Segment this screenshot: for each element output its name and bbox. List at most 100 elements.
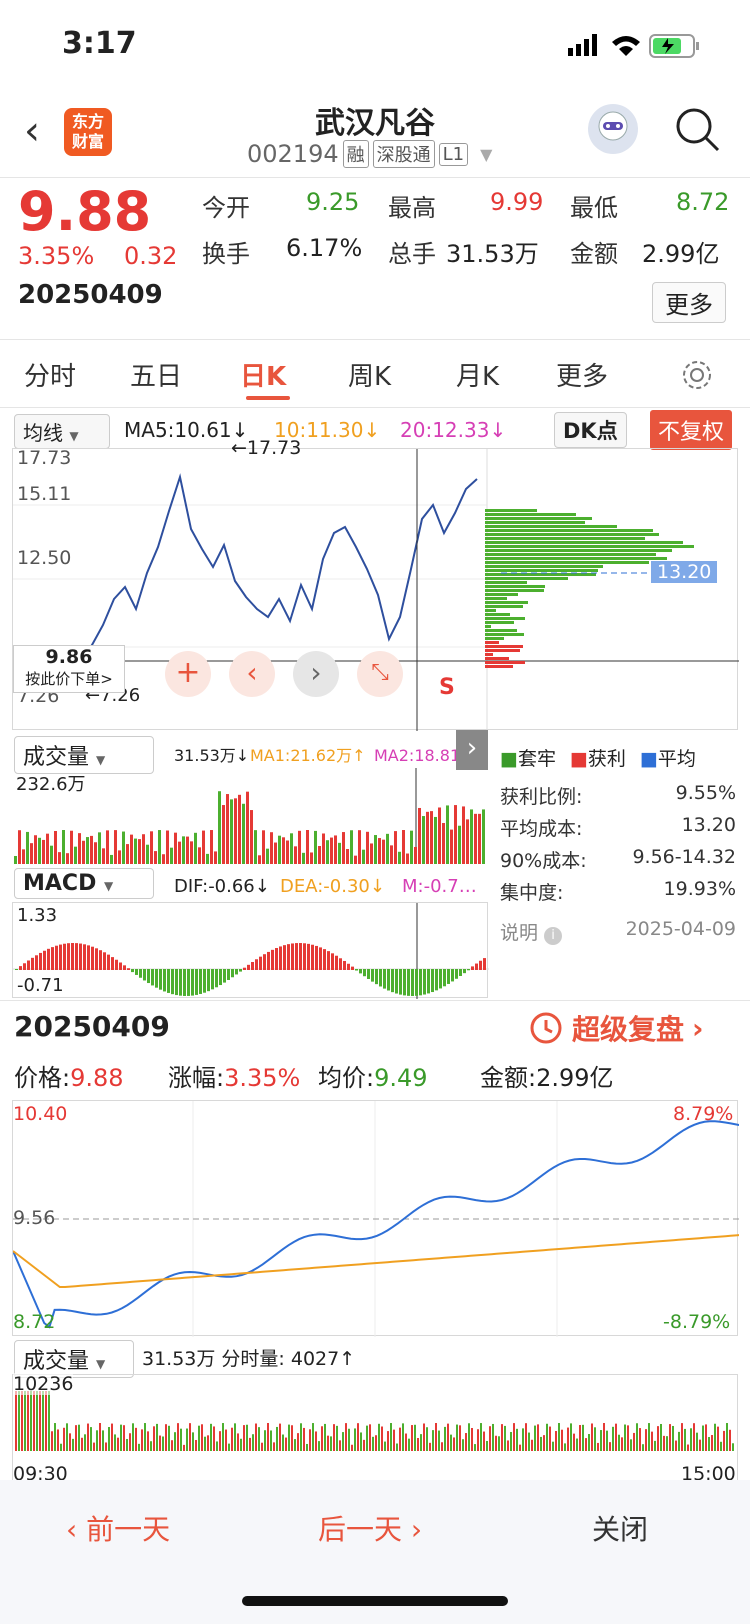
chip-bar [485, 589, 544, 592]
note-label[interactable]: 说明 i [500, 918, 563, 945]
tag-margin: 融 [342, 140, 369, 168]
expand-icon[interactable]: ⤡ [357, 651, 403, 697]
volume-bar [310, 852, 313, 864]
profit-ratio-value: 9.55% [675, 782, 736, 804]
intraday-volume-bar [462, 1439, 464, 1451]
macd-bar [63, 943, 66, 970]
intraday-volume-bar [567, 1427, 569, 1451]
volume-bar [446, 805, 449, 864]
macd-bar [199, 969, 202, 994]
intraday-volume-bar [627, 1425, 629, 1451]
macd-bar [23, 963, 26, 970]
macd-bar [339, 958, 342, 970]
intraday-volume-bar [720, 1441, 722, 1451]
robot-avatar-icon[interactable] [588, 104, 638, 154]
chip-bar [485, 629, 517, 632]
macd-bar [87, 945, 90, 970]
macd-bar [107, 954, 110, 970]
intraday-volume-chart[interactable]: 10236 09:30 15:00 [12, 1373, 738, 1492]
volume-bar [334, 835, 337, 864]
chevron-right-icon[interactable]: › [293, 651, 339, 697]
chip-bar [485, 617, 525, 620]
intraday-volume-bar [552, 1441, 554, 1451]
volume-bar [70, 830, 73, 864]
intraday-volume-bar [105, 1442, 107, 1451]
volume-chart[interactable]: 232.6万 [12, 768, 488, 864]
intraday-volume-bar [369, 1424, 371, 1451]
intraday-pct-top: 8.79% [673, 1103, 734, 1125]
chevron-left-icon[interactable]: ‹ [229, 651, 275, 697]
tab-intraday[interactable]: 分时 [24, 356, 76, 393]
macd-bar [447, 969, 450, 984]
intraday-volume-bar [717, 1426, 719, 1451]
tab-five-day[interactable]: 五日 [130, 356, 182, 393]
add-icon[interactable]: + [165, 651, 211, 697]
macd-bar [427, 969, 430, 994]
intraday-volume-bar [33, 1391, 35, 1451]
intraday-volume-bar [60, 1443, 62, 1451]
macd-bar [207, 969, 210, 992]
intraday-volume-bar [402, 1423, 404, 1451]
macd-bar [275, 948, 278, 970]
intraday-volume-bar [435, 1423, 437, 1451]
close-button[interactable]: 关闭 [592, 1508, 648, 1548]
chip-bar [485, 609, 496, 612]
chip-legend: ■套牢 ■获利 ■平均 [500, 744, 696, 771]
macd-bar [267, 951, 270, 970]
super-replay-button[interactable]: 超级复盘 › [528, 1008, 704, 1048]
intraday-volume-bar [186, 1428, 188, 1451]
macd-min-label: -0.71 [17, 975, 64, 996]
intraday-chart[interactable]: 10.40 9.56 8.72 8.79% -8.79% [12, 1100, 742, 1337]
intraday-volume-bar [27, 1391, 29, 1451]
chevron-down-icon[interactable]: ▼ [480, 145, 492, 164]
expand-chips-icon[interactable]: › [456, 730, 488, 770]
macd-bar [255, 959, 258, 970]
macd-bar [291, 943, 294, 970]
intraday-vol-info: 31.53万 分时量: 4027↑ [142, 1348, 356, 1370]
intraday-volume-bar [471, 1427, 473, 1451]
search-icon[interactable] [674, 106, 722, 154]
macd-select[interactable]: MACD ▼ [14, 868, 154, 899]
macd-bar [67, 943, 70, 970]
volume-bar [338, 842, 341, 864]
intraday-volume-bar [264, 1430, 266, 1451]
intraday-volume-bar [417, 1437, 419, 1451]
order-at-price-button[interactable]: 9.86 按此价下单> [13, 645, 125, 693]
macd-bar [319, 947, 322, 970]
tab-daily-k[interactable]: 日K [240, 356, 286, 393]
prev-day-button[interactable]: ‹ 前一天 [66, 1508, 170, 1548]
macd-chart[interactable]: 1.33 -0.71 [12, 902, 489, 999]
macd-bar [71, 943, 74, 970]
gear-icon[interactable] [680, 358, 714, 392]
intraday-volume-bar [39, 1391, 41, 1451]
volume-bar [462, 806, 465, 864]
volume-bar [274, 842, 277, 864]
macd-bar [43, 950, 46, 970]
tab-weekly-k[interactable]: 周K [348, 356, 391, 393]
change-amount: 0.32 [124, 242, 178, 270]
volume-bar [198, 847, 201, 864]
macd-bar [231, 969, 234, 978]
macd-bar [95, 948, 98, 970]
next-day-button[interactable]: 后一天 › [318, 1508, 422, 1548]
intraday-volume-bar [342, 1432, 344, 1451]
dk-point-button[interactable]: DK点 [554, 412, 627, 448]
no-adjust-button[interactable]: 不复权 [650, 410, 733, 450]
intraday-volume-bar [168, 1425, 170, 1451]
legend-profit: ■获利 [569, 748, 626, 770]
ma-select[interactable]: 均线 ▼ [14, 414, 110, 449]
volume-bar [442, 823, 445, 864]
intraday-volume-bar [591, 1423, 593, 1451]
intraday-volume-bar [420, 1434, 422, 1451]
chip-bar [485, 537, 645, 540]
more-button[interactable]: 更多 [652, 282, 726, 323]
volume-bar [342, 832, 345, 864]
kline-chart[interactable]: 17.73 15.11 12.50 7.26 ←17.73 ←7.26 13.2… [12, 437, 739, 731]
tab-more[interactable]: 更多 [556, 356, 608, 393]
volume-bar [478, 813, 481, 864]
macd-bar [247, 964, 250, 970]
macd-bar [435, 969, 438, 991]
tab-monthly-k[interactable]: 月K [456, 356, 499, 393]
volume-bar [346, 849, 349, 864]
chip-bar [485, 561, 649, 564]
